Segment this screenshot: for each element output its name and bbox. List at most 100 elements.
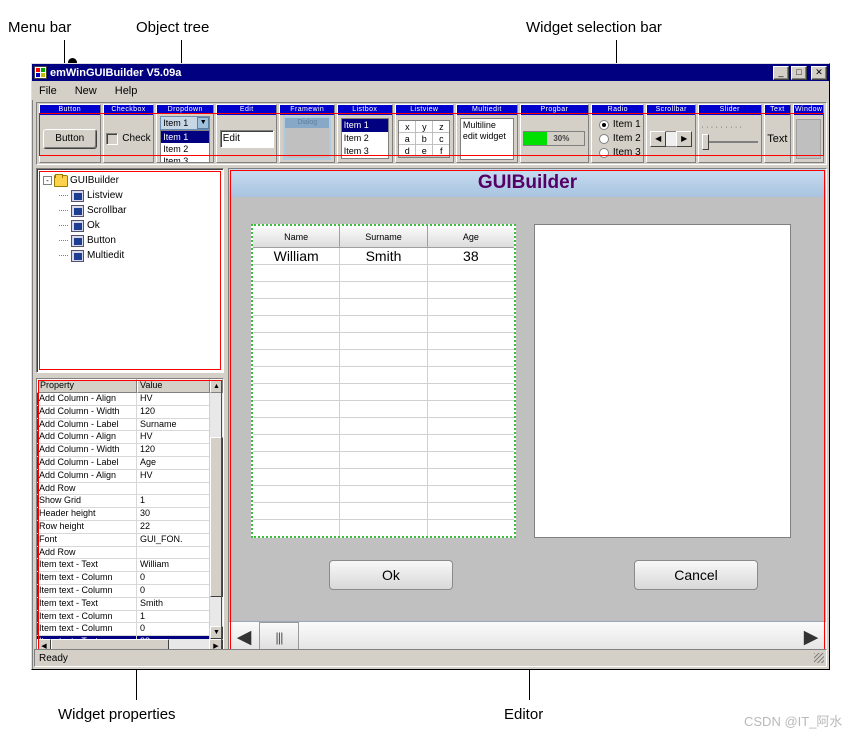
editor-table-body[interactable]: William Smith 38: [253, 248, 514, 536]
property-value[interactable]: [137, 483, 209, 495]
widget-cell-edit[interactable]: Edit Edit: [215, 104, 278, 163]
widget-cell-progbar[interactable]: Progbar 30%: [519, 104, 590, 163]
property-value[interactable]: GUI_FON.: [137, 534, 209, 546]
cancel-button[interactable]: Cancel: [634, 560, 758, 590]
table-cell[interactable]: [340, 486, 428, 503]
property-row[interactable]: Item text - Column 1: [37, 610, 209, 624]
property-value[interactable]: HV: [137, 393, 209, 405]
menu-item-help[interactable]: Help: [112, 84, 141, 98]
value-column-header[interactable]: Value: [137, 379, 210, 393]
table-row[interactable]: [253, 282, 514, 299]
table-row[interactable]: [253, 435, 514, 452]
listview-row[interactable]: x y z: [399, 120, 450, 133]
widget-cell-button[interactable]: Button Button: [39, 104, 101, 163]
listview-row[interactable]: a b c: [399, 132, 450, 145]
sample-slider[interactable]: ' ' ' ' ' ' ' ' ': [701, 127, 758, 150]
dropdown-option[interactable]: Item 2: [161, 143, 209, 155]
tree-item-ok[interactable]: Ok: [43, 218, 221, 233]
scroll-left-icon[interactable]: ◀: [650, 130, 667, 147]
property-row[interactable]: Add Column - Label Age: [37, 456, 209, 470]
widget-cell-dropdown[interactable]: Dropdown Item 1 ▼ Item 1 Item 2 Item 3: [156, 104, 214, 163]
property-rows[interactable]: Add Column - Align HV Add Column - Width 12…: [37, 393, 209, 639]
widget-cell-scrollbar[interactable]: Scrollbar ◀ ▶: [646, 104, 696, 163]
table-cell[interactable]: [253, 418, 341, 435]
table-row[interactable]: [253, 350, 514, 367]
property-value[interactable]: HV: [137, 431, 209, 443]
widget-cell-body[interactable]: ' ' ' ' ' ' ' ' ': [699, 115, 761, 162]
table-cell[interactable]: [340, 435, 428, 452]
table-row[interactable]: [253, 452, 514, 469]
table-cell[interactable]: [340, 384, 428, 401]
table-cell[interactable]: Smith: [340, 248, 428, 265]
property-row[interactable]: Row height 22: [37, 520, 209, 534]
table-cell[interactable]: [340, 333, 428, 350]
sample-progressbar[interactable]: 30%: [523, 131, 586, 146]
property-grid-body[interactable]: Add Column - Align HV Add Column - Width 12…: [37, 393, 223, 639]
property-vertical-scrollbar[interactable]: ▼: [209, 393, 223, 639]
maximize-button[interactable]: □: [791, 65, 807, 80]
chevron-down-icon[interactable]: ▼: [197, 116, 210, 129]
radio-icon[interactable]: [598, 147, 609, 158]
minimize-button[interactable]: _: [773, 65, 789, 80]
table-row[interactable]: [253, 520, 514, 536]
widget-selection-bar[interactable]: Button Button Checkbox Check Dropdown It…: [36, 102, 827, 165]
radio-icon[interactable]: [598, 133, 609, 144]
table-cell[interactable]: [253, 469, 341, 486]
listview-row[interactable]: d e f: [399, 144, 450, 157]
listbox-option[interactable]: Item 3: [342, 145, 388, 158]
editor-table-header[interactable]: Surname: [340, 226, 428, 248]
table-cell[interactable]: [253, 401, 341, 418]
property-value[interactable]: 22: [137, 521, 209, 533]
property-value[interactable]: 1: [137, 495, 209, 507]
table-cell[interactable]: [427, 418, 514, 435]
property-row[interactable]: Add Column - Align HV: [37, 431, 209, 445]
table-cell[interactable]: [340, 401, 428, 418]
widget-cell-body[interactable]: x y z a b c d e f: [396, 115, 454, 162]
property-value[interactable]: [137, 547, 209, 559]
widget-cell-body[interactable]: [794, 115, 823, 162]
property-row[interactable]: Add Row: [37, 546, 209, 560]
table-cell[interactable]: [340, 367, 428, 384]
table-cell[interactable]: [253, 520, 341, 536]
widget-cell-body[interactable]: Check: [104, 115, 154, 162]
widget-cell-body[interactable]: Text: [765, 115, 791, 162]
table-cell[interactable]: [253, 367, 341, 384]
widget-cell-checkbox[interactable]: Checkbox Check: [102, 104, 155, 163]
table-cell[interactable]: [427, 299, 514, 316]
table-cell[interactable]: [253, 435, 341, 452]
widget-cell-multiedit[interactable]: Multiedit Multiline edit widget: [456, 104, 518, 163]
sample-listbox[interactable]: Item 1 Item 2 Item 3: [340, 118, 389, 159]
table-cell[interactable]: [253, 282, 341, 299]
table-row[interactable]: [253, 299, 514, 316]
tree-root-item[interactable]: - GUIBuilder: [43, 173, 221, 188]
table-cell[interactable]: [427, 503, 514, 520]
widget-cell-body[interactable]: Edit: [217, 115, 277, 162]
listbox-option[interactable]: Item 2: [342, 132, 388, 145]
table-cell[interactable]: [340, 316, 428, 333]
widget-cell-body[interactable]: Item 1 Item 2 Item 3: [338, 115, 392, 162]
tree-item-listview[interactable]: Listview: [43, 188, 221, 203]
table-cell[interactable]: 38: [427, 248, 514, 265]
widget-cell-body[interactable]: Button: [40, 115, 100, 162]
table-cell[interactable]: [340, 299, 428, 316]
sample-dropdown[interactable]: Item 1 ▼ Item 1 Item 2 Item 3: [160, 115, 211, 162]
table-cell[interactable]: [253, 503, 341, 520]
table-cell[interactable]: [340, 418, 428, 435]
scroll-right-icon[interactable]: ▶: [676, 130, 693, 147]
widget-cell-body[interactable]: 30%: [521, 115, 589, 162]
table-row[interactable]: [253, 316, 514, 333]
property-row[interactable]: Show Grid 1: [37, 495, 209, 509]
table-cell[interactable]: [340, 469, 428, 486]
property-column-header[interactable]: Property: [37, 379, 137, 393]
table-cell[interactable]: [427, 333, 514, 350]
property-row[interactable]: Item text - Column 0: [37, 572, 209, 585]
table-cell[interactable]: [340, 520, 428, 536]
table-row[interactable]: [253, 384, 514, 401]
table-cell[interactable]: [427, 401, 514, 418]
table-row[interactable]: William Smith 38: [253, 248, 514, 265]
table-cell[interactable]: [253, 350, 341, 367]
sample-listview[interactable]: x y z a b c d e f: [398, 119, 451, 158]
table-cell[interactable]: William: [253, 248, 341, 265]
dropdown-list[interactable]: Item 1 Item 2 Item 3: [160, 129, 211, 162]
table-row[interactable]: [253, 333, 514, 350]
